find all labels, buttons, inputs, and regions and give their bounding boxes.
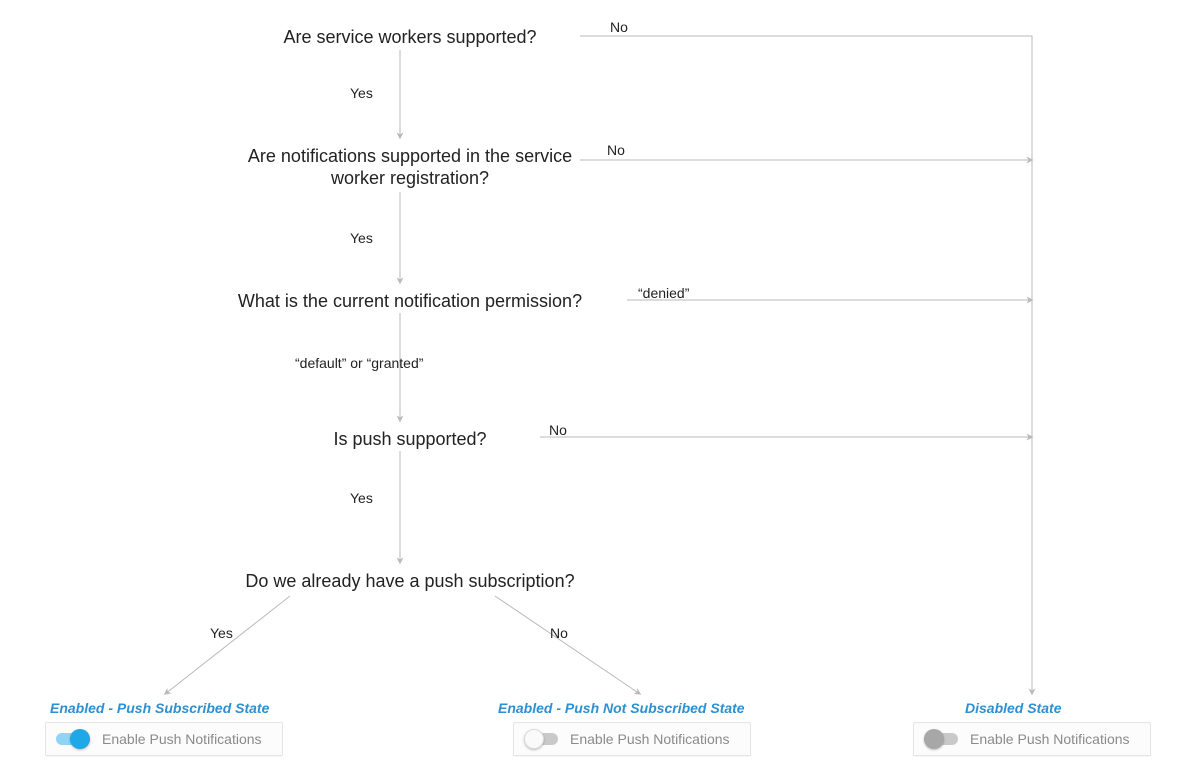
edge-q2-yes: Yes: [350, 230, 373, 246]
state-title-disabled: Disabled State: [965, 700, 1061, 716]
state-title-unsubscribed: Enabled - Push Not Subscribed State: [498, 700, 745, 716]
flowchart-arrows: [0, 0, 1179, 776]
toggle-switch-on[interactable]: [56, 730, 90, 748]
edge-q5-yes: Yes: [210, 625, 233, 641]
question-service-workers: Are service workers supported?: [240, 26, 580, 48]
question-notifications-in-sw: Are notifications supported in the servi…: [240, 145, 580, 189]
edge-q5-no: No: [550, 625, 568, 641]
question-permission-state: What is the current notification permiss…: [170, 290, 650, 312]
toggle-label: Enable Push Notifications: [570, 731, 730, 747]
toggle-label: Enable Push Notifications: [970, 731, 1130, 747]
edge-q4-no: No: [549, 422, 567, 438]
edge-q1-yes: Yes: [350, 85, 373, 101]
question-already-subscribed: Do we already have a push subscription?: [160, 570, 660, 592]
edge-q1-no: No: [610, 19, 628, 35]
toggle-box-subscribed: Enable Push Notifications: [45, 722, 283, 756]
state-title-subscribed: Enabled - Push Subscribed State: [50, 700, 269, 716]
toggle-label: Enable Push Notifications: [102, 731, 262, 747]
flowchart-canvas: Are service workers supported? Are notif…: [0, 0, 1179, 776]
edge-q2-no: No: [607, 142, 625, 158]
toggle-switch-off[interactable]: [524, 730, 558, 748]
toggle-box-disabled: Enable Push Notifications: [913, 722, 1151, 756]
question-push-supported: Is push supported?: [280, 428, 540, 450]
edge-q3-yes: “default” or “granted”: [295, 355, 423, 371]
edge-q3-no: “denied”: [638, 285, 689, 301]
edge-q4-yes: Yes: [350, 490, 373, 506]
toggle-switch-disabled: [924, 730, 958, 748]
toggle-box-unsubscribed: Enable Push Notifications: [513, 722, 751, 756]
